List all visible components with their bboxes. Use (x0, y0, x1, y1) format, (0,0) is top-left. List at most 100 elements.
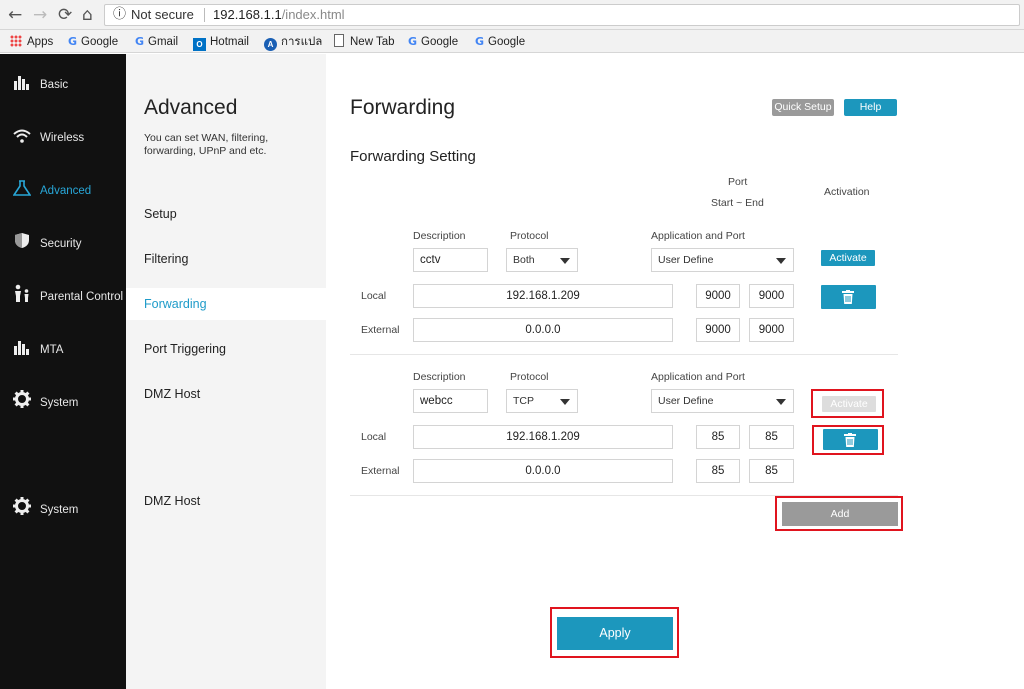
sidebar-item-system[interactable]: System (0, 390, 126, 416)
section-heading: Advanced (144, 96, 238, 119)
url-host: 192.168.1.1 (213, 7, 282, 22)
bookmark-gmail[interactable]: G Gmail (135, 34, 178, 50)
application-select[interactable]: User Define (651, 248, 794, 272)
gear-icon (12, 497, 32, 523)
chevron-down-icon (560, 258, 570, 264)
local-port-end-input[interactable]: 9000 (749, 284, 794, 308)
local-port-start-input[interactable]: 9000 (696, 284, 740, 308)
sidebar-item-basic[interactable]: Basic (0, 72, 126, 98)
sidebar-item-label: Security (40, 238, 82, 250)
sidebar-item-wireless[interactable]: Wireless (0, 125, 126, 151)
subnav-item-port-triggering[interactable]: Port Triggering (126, 333, 326, 365)
chevron-down-icon (776, 258, 786, 264)
sidebar-item-parental-control[interactable]: Parental Control (0, 284, 126, 310)
bar-chart-icon (12, 72, 32, 98)
external-ip-input[interactable]: 0.0.0.0 (413, 318, 673, 342)
bookmark-label: การแปล (281, 36, 323, 48)
bar-chart-icon (12, 337, 32, 363)
external-label: External (361, 324, 400, 336)
description-input[interactable]: cctv (413, 248, 488, 272)
protocol-select[interactable]: TCP (506, 389, 578, 413)
external-port-end-input[interactable]: 9000 (749, 318, 794, 342)
google-icon: G (68, 35, 78, 48)
sidebar-item-label: System (40, 504, 79, 516)
bookmark-google-2[interactable]: G Google (408, 34, 458, 50)
highlight-apply (550, 607, 679, 658)
bookmark-label: Google (421, 36, 459, 48)
bookmarks-bar: Apps G Google G Gmail O Hotmail A การแปล New… (0, 30, 1024, 53)
sidebar-item-system-2[interactable]: System (0, 497, 126, 523)
local-ip-input[interactable]: 192.168.1.209 (413, 284, 673, 308)
google-icon: G (475, 35, 485, 48)
browser-toolbar: ← → ⟳ ⌂ ⓘ Not secure 192.168.1.1/index.h… (0, 0, 1024, 30)
local-port-end-input[interactable]: 85 (749, 425, 794, 449)
external-ip-input[interactable]: 0.0.0.0 (413, 459, 673, 483)
local-port-start-input[interactable]: 85 (696, 425, 740, 449)
home-icon[interactable]: ⌂ (82, 5, 93, 25)
subnav-item-dmz-host-2[interactable]: DMZ Host (126, 485, 326, 517)
protocol-value: TCP (513, 395, 534, 407)
local-ip-input[interactable]: 192.168.1.209 (413, 425, 673, 449)
sidebar-item-mta[interactable]: MTA (0, 337, 126, 363)
local-label: Local (361, 290, 387, 302)
application-value: User Define (658, 254, 714, 266)
subnav-item-forwarding[interactable]: Forwarding (126, 288, 326, 320)
translate-icon: A (264, 38, 277, 51)
sidebar-item-label: Parental Control (40, 291, 124, 303)
chevron-down-icon (776, 399, 786, 405)
chevron-down-icon (560, 399, 570, 405)
external-port-start-input[interactable]: 9000 (696, 318, 740, 342)
delete-rule-button[interactable] (821, 285, 876, 309)
google-icon: G (408, 35, 418, 48)
description-input[interactable]: webcc (413, 389, 488, 413)
application-value: User Define (658, 395, 714, 407)
apps-grid-icon (10, 35, 22, 47)
subnav-item-filtering[interactable]: Filtering (126, 243, 326, 275)
page-icon (334, 34, 344, 47)
help-button[interactable]: Help (844, 99, 897, 116)
application-select[interactable]: User Define (651, 389, 794, 413)
main-sidebar: Basic Wireless Advanced Security Parenta… (0, 54, 126, 689)
forward-icon[interactable]: → (33, 5, 47, 25)
page-title: Forwarding (350, 96, 456, 119)
description-label: Description (413, 230, 466, 242)
app-port-label: Application and Port (651, 230, 745, 242)
sidebar-item-label: Basic (40, 79, 69, 91)
subnav-item-dmz-host[interactable]: DMZ Host (126, 378, 326, 410)
outlook-icon: O (193, 38, 206, 51)
sidebar-item-security[interactable]: Security (0, 231, 126, 257)
port-header: Port (728, 176, 748, 188)
sidebar-item-advanced[interactable]: Advanced (0, 178, 126, 204)
back-icon[interactable]: ← (8, 5, 22, 25)
external-port-start-input[interactable]: 85 (696, 459, 740, 483)
bookmark-google[interactable]: G Google (68, 34, 118, 50)
quick-setup-button[interactable]: Quick Setup (772, 99, 834, 116)
bookmark-google-3[interactable]: G Google (475, 34, 525, 50)
trash-icon (842, 290, 854, 304)
port-range-header: Start ~ End (711, 197, 764, 209)
address-separator (204, 8, 205, 22)
shield-icon (12, 231, 32, 257)
section-title: Forwarding Setting (350, 148, 476, 165)
bookmark-translate[interactable]: A การแปล (264, 34, 323, 51)
bookmark-label: Hotmail (210, 36, 249, 48)
info-icon[interactable]: ⓘ (113, 5, 126, 25)
subnav-item-setup[interactable]: Setup (126, 198, 326, 230)
external-port-end-input[interactable]: 85 (749, 459, 794, 483)
local-label: Local (361, 431, 387, 443)
bookmark-hotmail[interactable]: O Hotmail (193, 34, 249, 51)
reload-icon[interactable]: ⟳ (58, 5, 72, 25)
bookmark-apps[interactable]: Apps (10, 34, 53, 50)
section-description: You can set WAN, filtering, forwarding, … (144, 132, 269, 157)
address-bar[interactable]: ⓘ Not secure 192.168.1.1/index.html (104, 4, 1020, 26)
bookmark-label: New Tab (350, 36, 395, 48)
bookmark-new-tab[interactable]: New Tab (334, 34, 395, 50)
protocol-label: Protocol (510, 230, 549, 242)
sub-navigation: Advanced You can set WAN, filtering, for… (126, 54, 326, 689)
url-text: 192.168.1.1/index.html (213, 5, 345, 25)
external-label: External (361, 465, 400, 477)
bookmark-label: Gmail (148, 36, 179, 48)
protocol-select[interactable]: Both (506, 248, 578, 272)
activate-button[interactable]: Activate (821, 250, 875, 266)
app-port-label: Application and Port (651, 371, 745, 383)
